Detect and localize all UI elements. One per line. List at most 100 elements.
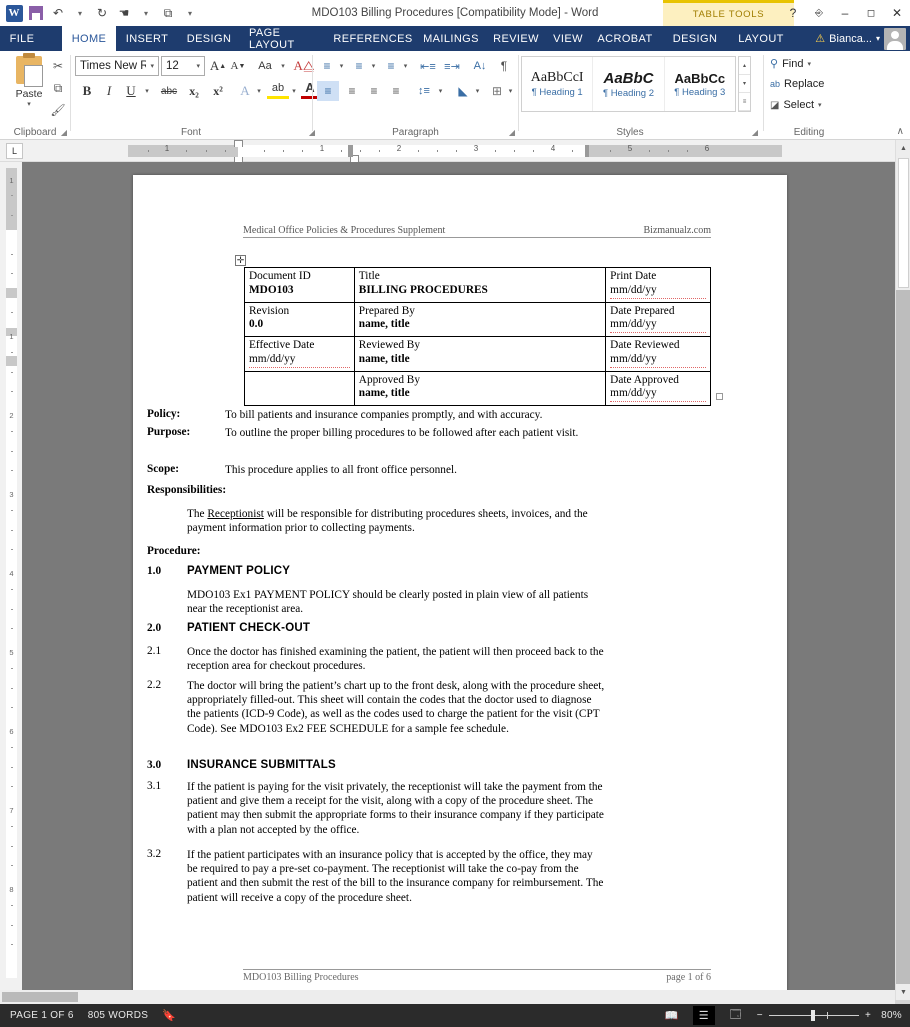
zoom-track[interactable] bbox=[768, 1010, 859, 1021]
styles-more-icon[interactable]: ≡ bbox=[739, 93, 750, 111]
paste-button[interactable]: Paste ▾ bbox=[8, 53, 50, 108]
first-line-indent-marker[interactable] bbox=[234, 140, 243, 147]
touch-dropdown-icon[interactable]: ▾ bbox=[136, 3, 156, 23]
document-canvas[interactable]: Medical Office Policies & Procedures Sup… bbox=[22, 162, 895, 1000]
policy-text[interactable]: To bill patients and insurance companies… bbox=[225, 408, 611, 422]
zoom-slider[interactable]: − + bbox=[757, 1010, 871, 1021]
document-page[interactable]: Medical Office Policies & Procedures Sup… bbox=[133, 175, 787, 1000]
minimize-icon[interactable]: – bbox=[832, 0, 858, 26]
grow-font-icon[interactable]: A ▲ bbox=[209, 56, 227, 76]
tab-home[interactable]: HOME bbox=[62, 26, 116, 51]
tab-acrobat[interactable]: ACROBAT bbox=[592, 26, 658, 51]
zoom-in-button[interactable]: + bbox=[865, 1010, 871, 1021]
vertical-scrollbar[interactable]: ▲ ▼ bbox=[895, 140, 910, 1000]
font-size-dropdown-icon[interactable]: ▾ bbox=[192, 62, 204, 70]
word-count[interactable]: 805 WORDS bbox=[88, 1010, 149, 1021]
vertical-ruler[interactable]: 1 1 2 3 4 5 6 7 8 bbox=[0, 162, 22, 1000]
styles-scroll-up-icon[interactable]: ▴ bbox=[739, 57, 750, 75]
procedure-body[interactable]: If the patient participates with an insu… bbox=[187, 848, 605, 905]
open-recent-icon[interactable]: ⧉ bbox=[158, 3, 178, 23]
touch-mode-icon[interactable]: ☚ bbox=[114, 3, 134, 23]
table-cell-date-reviewed[interactable]: Date Reviewed mm/dd/yy bbox=[605, 336, 711, 372]
save-icon[interactable] bbox=[26, 3, 46, 23]
subscript-icon[interactable]: x₂ bbox=[183, 81, 205, 101]
page-footer[interactable]: MDO103 Billing Procedures page 1 of 6 bbox=[243, 969, 711, 983]
table-cell-empty[interactable] bbox=[244, 370, 355, 407]
change-case-dropdown-icon[interactable]: ▾ bbox=[277, 56, 289, 76]
page-header[interactable]: Medical Office Policies & Procedures Sup… bbox=[243, 225, 711, 238]
paragraph-dialog-launcher[interactable]: ◢ bbox=[509, 128, 515, 137]
ruler-track[interactable]: 1 1 2 3 4 5 6 bbox=[128, 140, 782, 165]
style-item-heading3[interactable]: AaBbCc ¶ Heading 3 bbox=[665, 57, 735, 111]
tab-stop-selector[interactable]: L bbox=[6, 143, 23, 159]
style-item-heading1[interactable]: AaBbCcI ¶ Heading 1 bbox=[522, 57, 594, 111]
account-dropdown-icon[interactable]: ▾ bbox=[876, 34, 880, 43]
shading-dropdown-icon[interactable]: ▾ bbox=[472, 81, 483, 101]
bold-icon[interactable]: B bbox=[77, 81, 97, 101]
table-cell-title[interactable]: Title BILLING PROCEDURES bbox=[353, 267, 607, 303]
table-resize-handle[interactable] bbox=[716, 393, 723, 400]
undo-icon[interactable]: ↶ bbox=[48, 3, 68, 23]
tab-table-design[interactable]: DESIGN bbox=[666, 26, 724, 51]
responsibilities-text[interactable]: The Receptionist will be responsible for… bbox=[187, 507, 605, 535]
change-case-icon[interactable]: Aa bbox=[253, 56, 277, 76]
styles-scroll-down-icon[interactable]: ▾ bbox=[739, 75, 750, 93]
zoom-out-button[interactable]: − bbox=[757, 1010, 763, 1021]
superscript-icon[interactable]: x² bbox=[207, 81, 229, 101]
table-row[interactable]: Revision 0.0 Prepared By name, title Dat… bbox=[244, 301, 711, 338]
proofing-errors-icon[interactable]: 🔖 bbox=[162, 1009, 176, 1022]
align-right-icon[interactable]: ≡ bbox=[363, 81, 385, 101]
vertical-scrollbar-thumb[interactable] bbox=[898, 158, 909, 288]
align-center-icon[interactable]: ≡ bbox=[341, 81, 363, 101]
find-dropdown-icon[interactable]: ▾ bbox=[807, 60, 811, 68]
procedure-body[interactable]: If the patient is paying for the visit p… bbox=[187, 780, 605, 837]
table-cell-reviewed-by[interactable]: Reviewed By name, title bbox=[353, 336, 607, 372]
shading-icon[interactable]: ◣ bbox=[453, 81, 473, 101]
copy-icon[interactable]: ⧉ bbox=[48, 78, 68, 98]
close-icon[interactable]: ✕ bbox=[884, 0, 910, 26]
undo-dropdown-icon[interactable]: ▾ bbox=[70, 3, 90, 23]
multilevel-dropdown-icon[interactable]: ▾ bbox=[400, 57, 411, 75]
table-cell-revision[interactable]: Revision 0.0 bbox=[244, 301, 355, 338]
style-item-heading2[interactable]: AaBbC ¶ Heading 2 bbox=[593, 57, 665, 111]
scroll-up-icon[interactable]: ▲ bbox=[896, 140, 910, 156]
line-spacing-icon[interactable]: ↕≡ bbox=[413, 81, 435, 101]
underline-dropdown-icon[interactable]: ▾ bbox=[141, 81, 153, 101]
horizontal-ruler[interactable]: L 1 1 2 3 4 5 6 bbox=[0, 140, 895, 165]
line-spacing-dropdown-icon[interactable]: ▾ bbox=[435, 81, 446, 101]
underline-icon[interactable]: U bbox=[121, 81, 141, 101]
zoom-handle[interactable] bbox=[810, 1010, 815, 1021]
font-name-dropdown-icon[interactable]: ▾ bbox=[146, 62, 158, 70]
tab-references[interactable]: REFERENCES bbox=[330, 26, 416, 51]
print-layout-button[interactable]: ☰ bbox=[692, 1006, 715, 1025]
tab-file[interactable]: FILE bbox=[2, 26, 42, 51]
account-name[interactable]: Bianca... bbox=[829, 33, 872, 45]
table-row[interactable]: Effective Date mm/dd/yy Reviewed By name… bbox=[244, 336, 711, 372]
numbering-icon[interactable]: ≡ bbox=[349, 57, 369, 75]
procedure-body[interactable]: MDO103 Ex1 PAYMENT POLICY should be clea… bbox=[187, 588, 605, 616]
styles-dialog-launcher[interactable]: ◢ bbox=[752, 128, 758, 137]
read-mode-button[interactable]: 📖 bbox=[661, 1006, 683, 1025]
tab-page-layout[interactable]: PAGE LAYOUT bbox=[240, 26, 328, 51]
table-cell-effective-date[interactable]: Effective Date mm/dd/yy bbox=[244, 336, 355, 372]
strikethrough-icon[interactable]: abc bbox=[157, 81, 181, 101]
table-cell-date-approved[interactable]: Date Approved mm/dd/yy bbox=[605, 370, 711, 407]
table-row[interactable]: Document ID MDO103 Title BILLING PROCEDU… bbox=[244, 267, 711, 303]
redo-icon[interactable]: ↻ bbox=[92, 3, 112, 23]
italic-icon[interactable]: I bbox=[99, 81, 119, 101]
table-row[interactable]: Approved By name, title Date Approved mm… bbox=[244, 370, 711, 407]
page-indicator[interactable]: PAGE 1 OF 6 bbox=[10, 1010, 74, 1021]
table-cell-prepared-by[interactable]: Prepared By name, title bbox=[353, 301, 607, 338]
numbering-dropdown-icon[interactable]: ▾ bbox=[368, 57, 379, 75]
maximize-icon[interactable]: ◻ bbox=[858, 0, 884, 26]
multilevel-list-icon[interactable]: ≡ bbox=[381, 57, 401, 75]
select-button[interactable]: ◪ Select ▾ bbox=[770, 99, 822, 111]
table-cell-approved-by[interactable]: Approved By name, title bbox=[353, 370, 607, 407]
procedure-body[interactable]: The doctor will bring the patient’s char… bbox=[187, 679, 605, 736]
scope-text[interactable]: This procedure applies to all front offi… bbox=[225, 463, 611, 477]
table-cell-document-id[interactable]: Document ID MDO103 bbox=[244, 267, 355, 303]
tab-view[interactable]: VIEW bbox=[548, 26, 588, 51]
highlight-dropdown-icon[interactable]: ▾ bbox=[288, 81, 300, 101]
text-effects-icon[interactable]: A bbox=[235, 81, 255, 101]
bullets-dropdown-icon[interactable]: ▾ bbox=[336, 57, 347, 75]
